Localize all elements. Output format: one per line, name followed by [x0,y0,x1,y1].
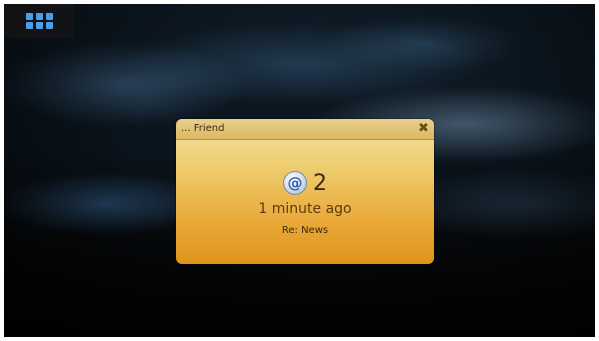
app-grid-icon [26,13,53,29]
email-at-icon: @ [283,171,307,195]
app-launcher-button[interactable] [4,4,74,38]
dialog-header: ... Friend ✖ [176,119,434,140]
desktop-wallpaper: ... Friend ✖ @ 2 1 minute ago Re: News [4,4,595,337]
close-icon[interactable]: ✖ [417,122,430,135]
message-count-row: @ 2 [176,170,434,196]
notification-dialog[interactable]: ... Friend ✖ @ 2 1 minute ago Re: News [176,119,434,264]
message-subject: Re: News [281,225,329,236]
message-count: 2 [313,170,327,196]
dialog-title: ... Friend [181,123,225,134]
timestamp: 1 minute ago [258,201,352,217]
